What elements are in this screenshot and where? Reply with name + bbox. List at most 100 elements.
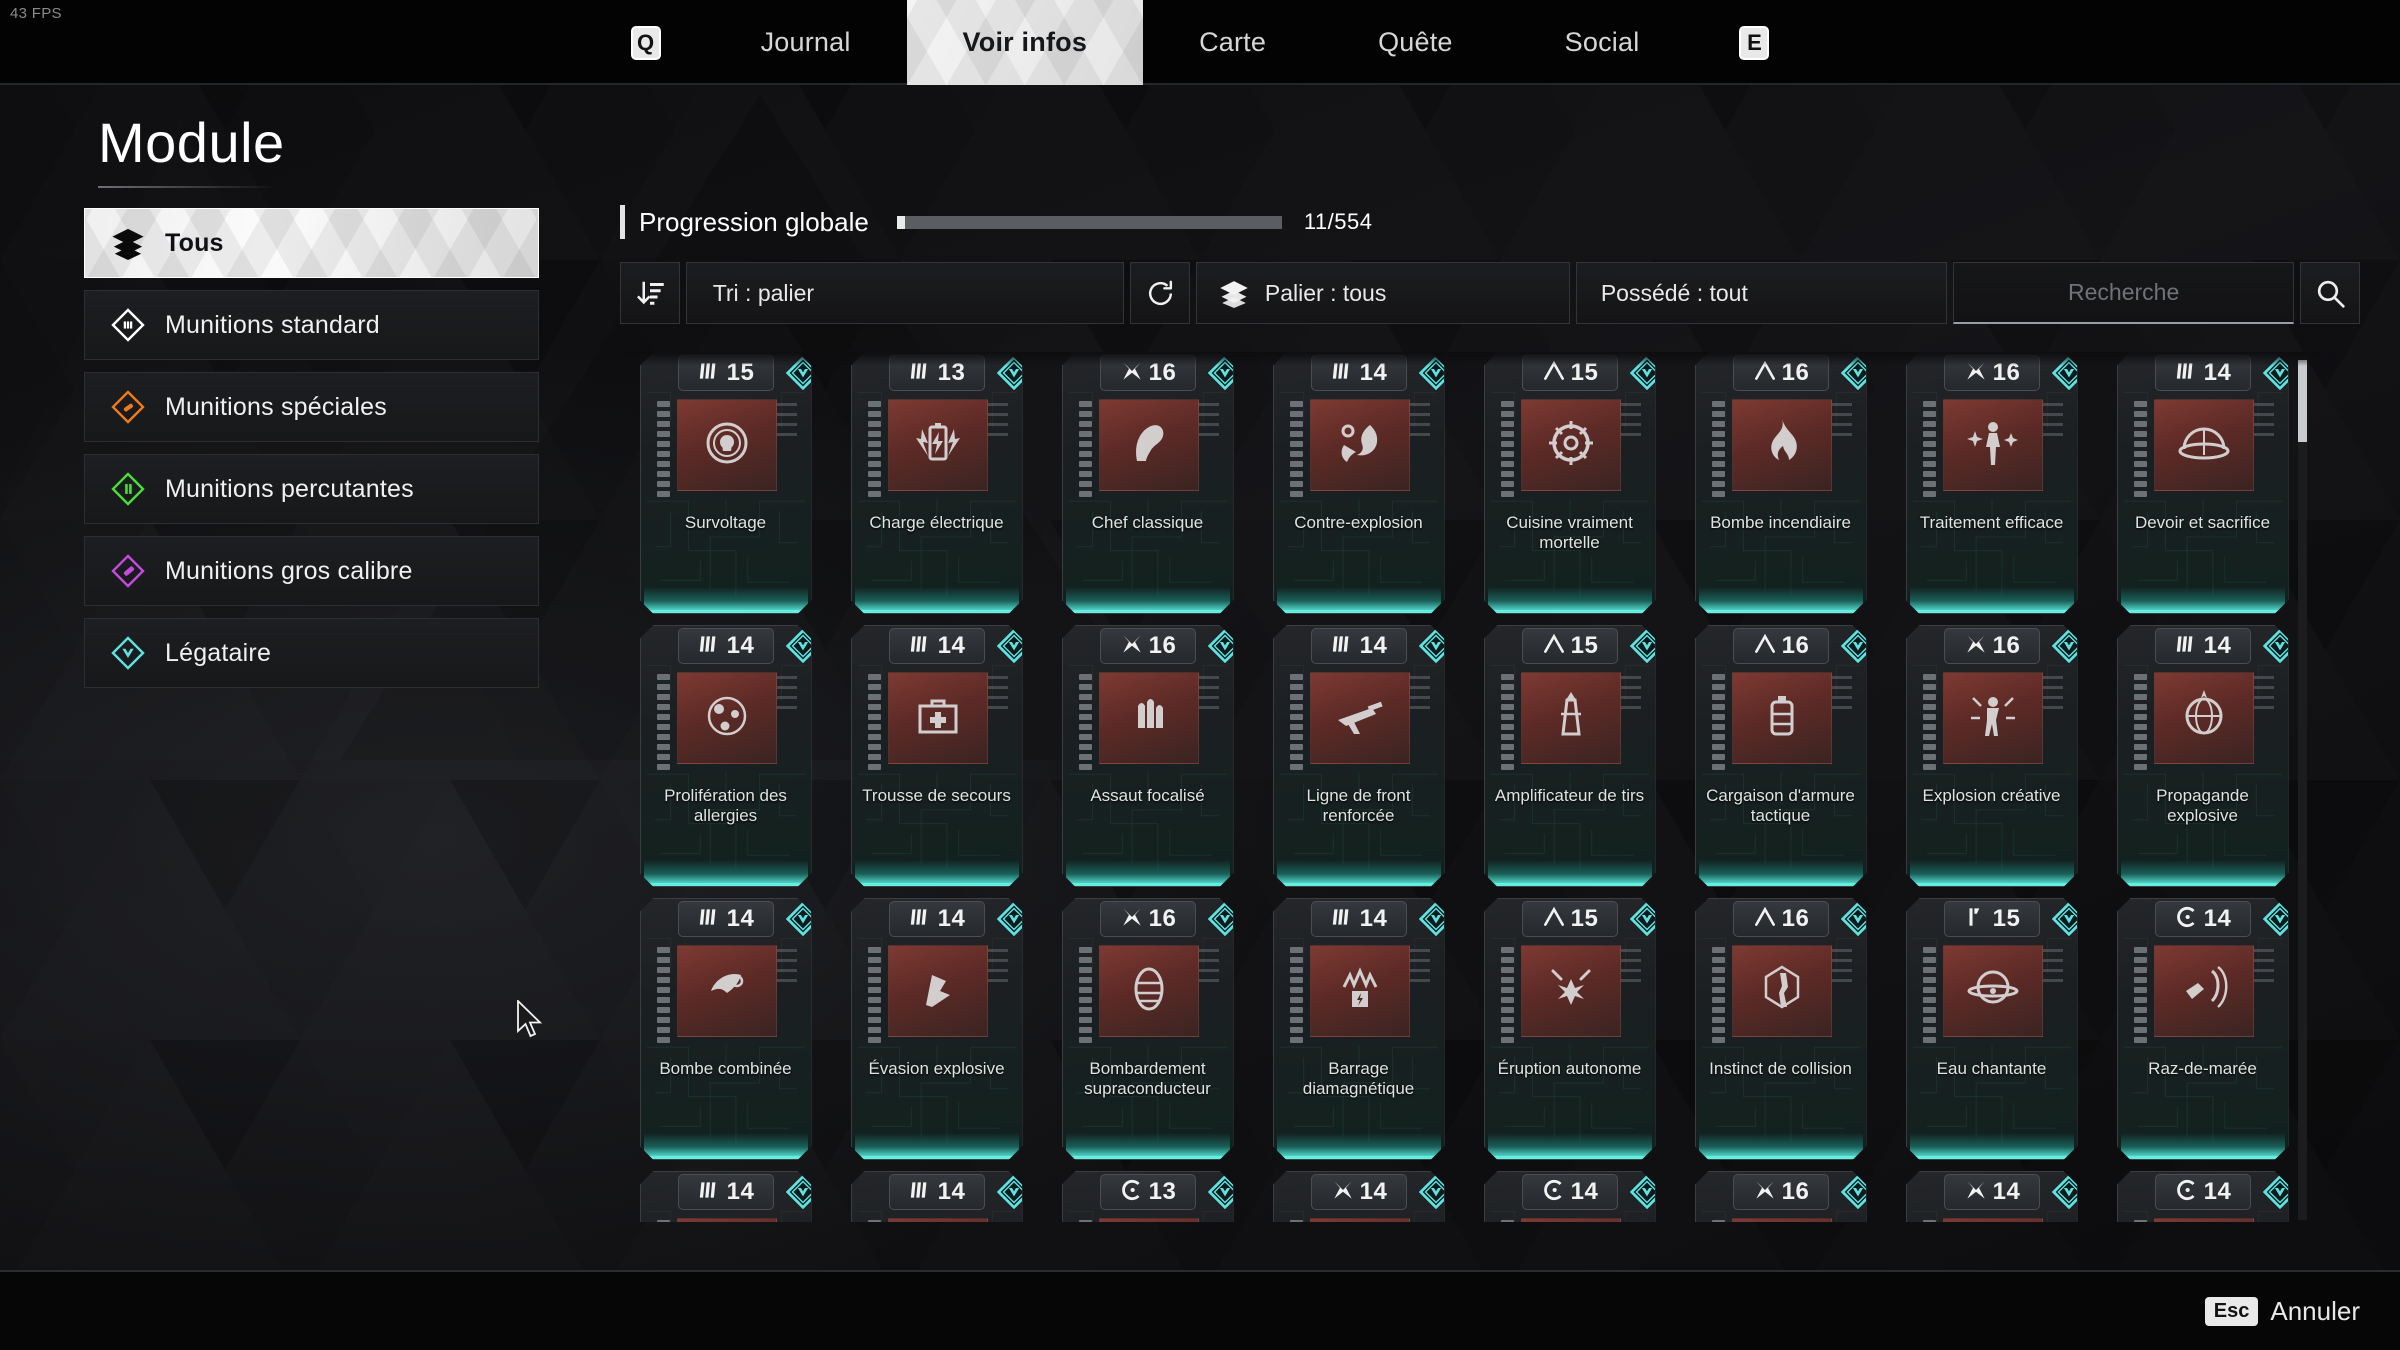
- module-card[interactable]: 14 Ligne de front renforcée: [1272, 625, 1445, 887]
- module-card[interactable]: 14: [1272, 1171, 1445, 1222]
- module-card[interactable]: 16 Instinct de collision: [1694, 898, 1867, 1160]
- sort-direction-button[interactable]: [620, 262, 680, 324]
- module-card[interactable]: 14 Barrage diamagnétique: [1272, 898, 1445, 1160]
- rarity-badge-icon: [1418, 355, 1444, 391]
- module-card[interactable]: 14: [1483, 1171, 1656, 1222]
- level-ladder: [2133, 1220, 2147, 1222]
- module-card[interactable]: 14 Raz-de-marée: [2116, 898, 2289, 1160]
- module-card[interactable]: 14: [639, 1171, 812, 1222]
- module-card-cell: 14 Prolifération des allergies: [620, 625, 831, 898]
- card-bottom-glow: [1276, 860, 1441, 886]
- module-card[interactable]: 15 Eau chantante: [1905, 898, 2078, 1160]
- module-card[interactable]: 16 Cargaison d'armure tactique: [1694, 625, 1867, 887]
- module-name: Bombardement supraconducteur: [1084, 1059, 1211, 1099]
- grid-scrollbar[interactable]: [2298, 360, 2307, 1220]
- module-card[interactable]: 16 Explosion créative: [1905, 625, 2078, 887]
- next-tab-key[interactable]: E: [1739, 25, 1770, 60]
- sidebar-item-munitions-standard[interactable]: Munitions standard: [84, 290, 539, 360]
- grid-scrollbar-thumb[interactable]: [2298, 360, 2307, 442]
- module-card[interactable]: 14 Propagande explosive: [2116, 625, 2289, 887]
- sidebar-item-munitions-percutantes[interactable]: Munitions percutantes: [84, 454, 539, 524]
- tier-glyph-icon: [1119, 904, 1145, 935]
- module-card[interactable]: 16 Chef classique: [1061, 352, 1234, 614]
- module-card[interactable]: 14: [1905, 1171, 2078, 1222]
- tier-glyph-icon: [1541, 358, 1567, 389]
- sidebar-item-l-gataire[interactable]: Légataire: [84, 618, 539, 688]
- module-name: Contre-explosion: [1294, 513, 1423, 532]
- card-bottom-glow: [2120, 860, 2285, 886]
- rarity-badge-icon: [785, 1174, 811, 1210]
- tier-number: 13: [1148, 1178, 1177, 1205]
- tier-number: 14: [1359, 1178, 1388, 1205]
- module-art-panel: [1942, 399, 2043, 491]
- module-card[interactable]: 16 Bombardement supraconducteur: [1061, 898, 1234, 1160]
- module-card[interactable]: 15 Éruption autonome: [1483, 898, 1656, 1160]
- tab-quete[interactable]: Quête: [1322, 0, 1509, 85]
- sidebar-item-munitions-sp-ciales[interactable]: Munitions spéciales: [84, 372, 539, 442]
- module-name: Chef classique: [1091, 513, 1204, 532]
- module-card[interactable]: 16 Traitement efficace: [1905, 352, 2078, 614]
- module-card[interactable]: 15 Cuisine vraiment mortelle: [1483, 352, 1656, 614]
- tier-number: 14: [937, 905, 966, 932]
- level-ladder: [867, 674, 881, 774]
- module-name: Éruption autonome: [1497, 1059, 1642, 1078]
- card-side-decoration: [1618, 949, 1641, 989]
- esc-label: Annuler: [2270, 1295, 2360, 1326]
- tier-badge: 14: [1310, 901, 1407, 937]
- tab-carte[interactable]: Carte: [1143, 0, 1322, 85]
- sidebar-item-munitions-gros-calibre[interactable]: Munitions gros calibre: [84, 536, 539, 606]
- module-name: Instinct de collision: [1709, 1059, 1852, 1078]
- module-card[interactable]: 16: [1694, 1171, 1867, 1222]
- tab-voir-infos[interactable]: Voir infos: [907, 0, 1144, 85]
- tier-glyph-icon: [908, 904, 934, 935]
- module-card[interactable]: 14 Devoir et sacrifice: [2116, 352, 2289, 614]
- module-grid-viewport[interactable]: 15 Survoltage 13 Charge électrique 16 Ch…: [620, 352, 2380, 1222]
- level-ladder: [1500, 947, 1514, 1047]
- module-card[interactable]: 14 Trousse de secours: [850, 625, 1023, 887]
- module-card[interactable]: 16 Bombe incendiaire: [1694, 352, 1867, 614]
- tier-number: 14: [1359, 359, 1388, 386]
- tier-badge: 14: [1521, 1174, 1618, 1210]
- module-card[interactable]: 14: [850, 1171, 1023, 1222]
- level-ladder: [1078, 401, 1092, 501]
- tier-glyph-icon: [1541, 631, 1567, 662]
- tier-glyph-icon: [2174, 631, 2200, 662]
- level-ladder: [1711, 401, 1725, 501]
- tier-number: 16: [1148, 905, 1177, 932]
- owned-filter-select[interactable]: Possédé : tout: [1575, 262, 1947, 324]
- tier-number: 14: [2203, 359, 2232, 386]
- module-art-panel: [887, 1218, 988, 1222]
- search-field-wrap[interactable]: [1952, 262, 2295, 324]
- search-input[interactable]: [1953, 263, 2294, 322]
- tier-number: 14: [726, 1178, 755, 1205]
- module-card[interactable]: 15 Amplificateur de tirs: [1483, 625, 1656, 887]
- module-card[interactable]: 14: [2116, 1171, 2289, 1222]
- tier-number: 14: [2203, 1178, 2232, 1205]
- progress-count: 11/554: [1303, 209, 1373, 234]
- tier-number: 13: [937, 359, 966, 386]
- module-card[interactable]: 16 Assaut focalisé: [1061, 625, 1234, 887]
- reset-filters-button[interactable]: [1130, 262, 1190, 324]
- prev-tab-key[interactable]: Q: [630, 25, 661, 60]
- module-name: Ligne de front renforcée: [1306, 786, 1411, 826]
- search-button[interactable]: [2300, 262, 2361, 324]
- tab-journal[interactable]: Journal: [705, 0, 907, 85]
- tier-glyph-icon: [1963, 1177, 1989, 1208]
- module-card[interactable]: 14 Bombe combinée: [639, 898, 812, 1160]
- module-card-cell: 14 Bombe combinée: [620, 898, 831, 1171]
- module-card[interactable]: 14 Évasion explosive: [850, 898, 1023, 1160]
- module-card[interactable]: 15 Survoltage: [639, 352, 812, 614]
- card-bottom-glow: [1909, 860, 2074, 886]
- sort-select[interactable]: Tri : palier: [685, 262, 1125, 324]
- esc-key[interactable]: Esc: [2204, 1296, 2259, 1326]
- module-card[interactable]: 14 Prolifération des allergies: [639, 625, 812, 887]
- module-card[interactable]: 13 Charge électrique: [850, 352, 1023, 614]
- module-name: Assaut focalisé: [1090, 786, 1205, 805]
- sidebar-item-tous[interactable]: Tous: [84, 208, 539, 278]
- module-card[interactable]: 13: [1061, 1171, 1234, 1222]
- tier-filter-select[interactable]: Palier : tous: [1195, 262, 1570, 324]
- bullets-icon: [1117, 684, 1181, 753]
- tier-number: 15: [726, 359, 755, 386]
- tab-social[interactable]: Social: [1509, 0, 1696, 85]
- module-card[interactable]: 14 Contre-explosion: [1272, 352, 1445, 614]
